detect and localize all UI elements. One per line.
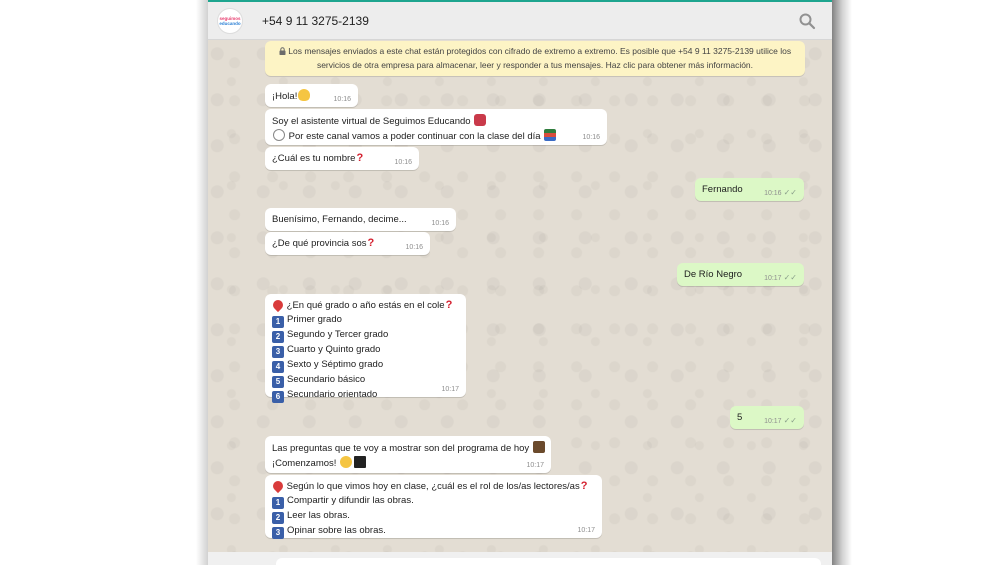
message-time: 10:17 xyxy=(526,462,544,469)
message-incoming[interactable]: Buenísimo, Fernando, decime... 10:16 xyxy=(265,208,456,231)
message-text: Según lo que vimos hoy en clase, ¿cuál e… xyxy=(286,481,580,492)
double-check-icon: ✓✓ xyxy=(783,416,797,425)
list-item: 1 Compartir y difundir las obras. xyxy=(272,494,595,509)
chat-area[interactable]: Los mensajes enviados a este chat están … xyxy=(208,40,832,552)
whatsapp-window: seguimos educando +54 9 11 3275-2139 Los… xyxy=(208,0,832,565)
message-time: 10:16 xyxy=(582,134,600,141)
list-item: 3 Opinar sobre las obras. xyxy=(272,524,595,539)
avatar-logo-line2: educando xyxy=(219,20,241,26)
composer-bar xyxy=(208,552,832,565)
message-incoming[interactable]: ¿En qué grado o año estás en el cole? 1P… xyxy=(265,294,466,403)
lock-icon xyxy=(279,47,286,55)
window-shadow-right xyxy=(830,0,852,565)
message-text: De Río Negro xyxy=(684,269,743,280)
message-incoming[interactable]: ¿Cuál es tu nombre? 10:16 xyxy=(265,147,419,170)
list-item: 3 Cuarto y Quinto grado xyxy=(272,343,459,358)
encryption-notice[interactable]: Los mensajes enviados a este chat están … xyxy=(265,41,805,76)
message-time: 10:17 ✓✓ xyxy=(764,416,797,426)
list-item: 5 Secundario básico xyxy=(272,373,459,388)
contact-name[interactable]: +54 9 11 3275-2139 xyxy=(262,14,369,28)
keycap-5-icon: 5 xyxy=(272,375,284,388)
message-text: Fernando xyxy=(702,184,743,195)
message-text: ¡Hola! xyxy=(272,91,298,102)
message-incoming[interactable]: Soy el asistente virtual de Seguimos Edu… xyxy=(265,109,607,145)
keycap-2-icon: 2 xyxy=(272,511,284,524)
books-icon xyxy=(544,128,557,141)
message-outgoing[interactable]: Fernando 10:16 ✓✓ xyxy=(695,178,804,201)
pushpin-icon xyxy=(270,478,286,494)
message-incoming[interactable]: ¡Hola! 10:16 xyxy=(265,84,358,107)
message-time: 10:16 xyxy=(333,96,351,103)
keycap-1-icon: 1 xyxy=(272,496,284,509)
message-incoming[interactable]: Las preguntas que te voy a mostrar son d… xyxy=(265,436,551,473)
red-question-mark-icon: ? xyxy=(445,299,453,311)
message-text: Buenísimo, Fernando, decime... xyxy=(272,214,407,225)
message-time: 10:17 xyxy=(441,386,459,393)
message-time: 10:16 xyxy=(431,220,449,227)
grinning-face-icon xyxy=(340,455,353,468)
keycap-2-icon: 2 xyxy=(272,330,284,343)
keycap-6-icon: 6 xyxy=(272,390,284,403)
keycap-1-icon: 1 xyxy=(272,315,284,328)
message-input[interactable] xyxy=(276,558,821,565)
message-text: Soy el asistente virtual de Seguimos Edu… xyxy=(272,116,471,127)
keycap-3-icon: 3 xyxy=(272,526,284,539)
clapper-board-icon xyxy=(354,455,367,468)
message-text: ¿En qué grado o año estás en el cole xyxy=(286,300,445,311)
message-time: 10:17 xyxy=(577,527,595,534)
message-text: ¿Cuál es tu nombre xyxy=(272,153,356,164)
keycap-4-icon: 4 xyxy=(272,360,284,373)
message-text: 5 xyxy=(737,412,743,423)
message-time: 10:16 xyxy=(394,159,412,166)
list-item: 4 Sexto y Séptimo grado xyxy=(272,358,459,373)
message-text: Por este canal vamos a poder continuar c… xyxy=(288,130,541,142)
waving-hand-icon xyxy=(298,89,311,101)
speech-bubble-icon xyxy=(273,128,285,141)
double-check-icon: ✓✓ xyxy=(783,273,797,282)
message-outgoing[interactable]: De Río Negro 10:17 ✓✓ xyxy=(677,263,804,286)
message-time: 10:17 ✓✓ xyxy=(764,273,797,283)
red-question-mark-icon: ? xyxy=(367,237,375,249)
list-item: 1 Primer grado xyxy=(272,313,459,328)
keycap-3-icon: 3 xyxy=(272,345,284,358)
avatar[interactable]: seguimos educando xyxy=(217,7,243,34)
chat-header: seguimos educando +54 9 11 3275-2139 xyxy=(208,0,832,40)
message-text: ¿De qué provincia sos xyxy=(272,238,367,249)
television-icon xyxy=(532,441,545,453)
list-item: 6 Secundario orientado xyxy=(272,388,459,403)
message-outgoing[interactable]: 5 10:17 ✓✓ xyxy=(730,406,804,429)
double-check-icon: ✓✓ xyxy=(783,188,797,197)
message-time: 10:16 xyxy=(405,244,423,251)
message-incoming[interactable]: Según lo que vimos hoy en clase, ¿cuál e… xyxy=(265,475,602,539)
message-time: 10:16 ✓✓ xyxy=(764,188,797,198)
list-item: 2 Segundo y Tercer grado xyxy=(272,328,459,343)
list-item: 2 Leer las obras. xyxy=(272,509,595,524)
message-text: Las preguntas que te voy a mostrar son d… xyxy=(272,443,530,454)
red-question-mark-icon: ? xyxy=(580,480,588,492)
robot-icon xyxy=(474,114,487,126)
search-icon[interactable] xyxy=(798,12,816,30)
encryption-notice-text: Los mensajes enviados a este chat están … xyxy=(288,46,792,70)
message-text: ¡Comenzamos! xyxy=(272,457,337,469)
message-incoming[interactable]: ¿De qué provincia sos? 10:16 xyxy=(265,232,430,255)
window-shadow-left xyxy=(196,0,208,565)
pushpin-icon xyxy=(270,297,286,313)
red-question-mark-icon: ? xyxy=(356,152,364,164)
